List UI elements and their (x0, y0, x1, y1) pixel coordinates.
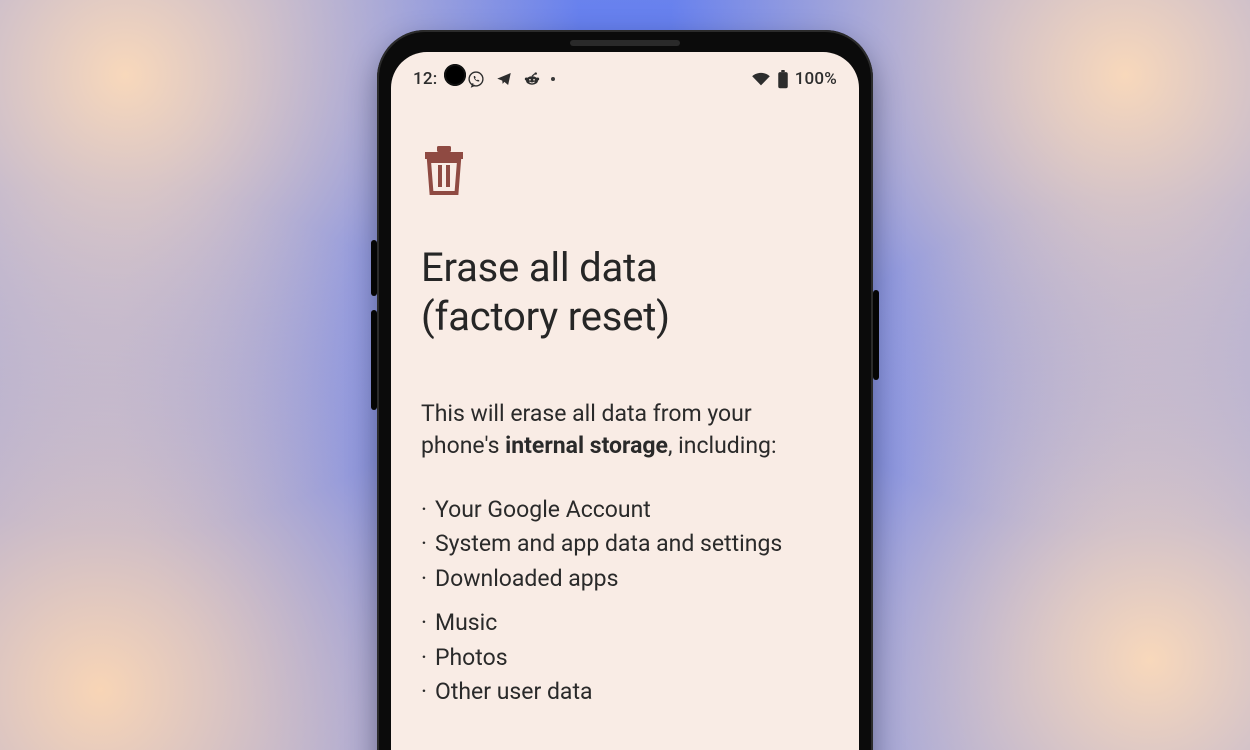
list-item-label: Photos (435, 641, 508, 676)
whatsapp-icon (467, 70, 485, 88)
battery-percent: 100% (795, 69, 837, 89)
status-right: 100% (751, 69, 837, 89)
bullet-list: ·Your Google Account ·System and app dat… (421, 493, 829, 710)
list-item: ·Music (421, 606, 829, 641)
front-camera-hole (444, 64, 466, 86)
earpiece (570, 40, 680, 46)
list-item: ·Other user data (421, 675, 829, 710)
list-item: ·Downloaded apps (421, 562, 829, 597)
page-title-line1: Erase all data (421, 244, 829, 293)
clock-left: 12: (413, 69, 437, 89)
trash-icon (421, 144, 829, 200)
volume-up-button[interactable] (371, 240, 377, 296)
volume-down-button[interactable] (371, 310, 377, 410)
description-bold: internal storage (505, 432, 668, 459)
page-title-line2: (factory reset) (421, 293, 829, 342)
power-button[interactable] (873, 290, 879, 380)
phone-frame: 12:09 (377, 30, 873, 750)
wifi-icon (751, 71, 771, 87)
description: This will erase all data from your phone… (421, 398, 829, 463)
description-suffix: , including: (668, 432, 777, 459)
battery-icon (777, 70, 789, 89)
reddit-icon (523, 70, 541, 88)
list-item: ·System and app data and settings (421, 527, 829, 562)
settings-page-content[interactable]: Erase all data (factory reset) This will… (391, 100, 859, 730)
list-item: ·Photos (421, 641, 829, 676)
list-item: ·Your Google Account (421, 493, 829, 528)
wallpaper: 12:09 (0, 0, 1250, 750)
phone-screen: 12:09 (391, 52, 859, 750)
page-title: Erase all data (factory reset) (421, 244, 829, 342)
telegram-icon (495, 70, 513, 88)
more-notifications-dot (551, 77, 555, 81)
list-item-label: System and app data and settings (435, 527, 782, 562)
status-left: 12:09 (413, 70, 555, 88)
list-item-label: Downloaded apps (435, 562, 618, 597)
list-item-label: Other user data (435, 675, 592, 710)
list-item-label: Your Google Account (435, 493, 651, 528)
list-item-label: Music (435, 606, 497, 641)
